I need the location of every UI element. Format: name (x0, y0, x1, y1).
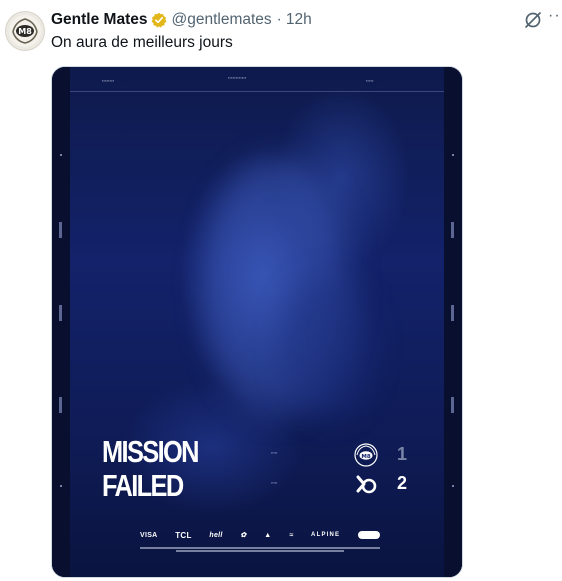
strip-dot (452, 485, 454, 487)
headline-line-2: FAILED (102, 468, 184, 503)
tweet-text: On aura de meilleurs jours (51, 34, 233, 51)
team-gentle-mates-logo-icon: M8 (353, 442, 379, 468)
strip-label (451, 397, 454, 413)
team-opponent-logo-icon (353, 471, 379, 497)
author-handle[interactable]: @gentlemates (171, 11, 271, 29)
verified-badge-icon[interactable] (151, 12, 167, 28)
tweet[interactable]: M8 Gentle Mates @gentlemates · 12h ·· On… (0, 0, 562, 581)
tweet-media-image[interactable]: ▪▪▪▪▪▪▪▪ ▪▪▪▪▪▪▪▪▪▪▪▪ ▪▪▪▪▪ MISSION FAIL… (51, 66, 463, 578)
sponsor-logo-icon: ✿ (240, 532, 247, 539)
strip-dot (60, 154, 62, 156)
gentle-mates-logo-icon: M8 (9, 15, 41, 47)
separator-dot: · (276, 11, 282, 28)
author-name[interactable]: Gentle Mates (51, 11, 147, 29)
legal-fine-print (140, 547, 380, 552)
strip-label (59, 222, 62, 238)
headline-line-1: MISSION (102, 434, 200, 469)
grok-icon[interactable] (523, 10, 543, 30)
avatar[interactable]: M8 (5, 11, 45, 51)
team1-score: 1 (397, 444, 408, 464)
svg-text:M8: M8 (18, 27, 32, 36)
team2-score: 2 (397, 473, 408, 493)
sponsor-volvic-logo-icon: ≈ (289, 531, 294, 539)
bo-caption-1: ▪▪▪▪▪ (271, 451, 278, 455)
strip-dot (60, 485, 62, 487)
poster-top-right-caption: ▪▪▪▪▪ (366, 79, 374, 83)
sponsor-tcl: TCL (175, 530, 192, 540)
svg-text:M8: M8 (361, 454, 370, 460)
bo-caption-2: ▪▪▪▪▪ (271, 481, 278, 485)
tweet-header: Gentle Mates @gentlemates · 12h (51, 10, 312, 30)
strip-label (451, 222, 454, 238)
mission-failed-headline: MISSION FAILED (102, 434, 200, 503)
poster-left-strip (52, 67, 70, 577)
sponsor-row: VISA TCL hell ✿ ▲ ≈ ALPINE (140, 527, 380, 543)
strip-label (451, 305, 454, 321)
timestamp[interactable]: 12h (286, 11, 312, 29)
more-icon[interactable]: ·· (548, 7, 561, 25)
top-rule (70, 91, 444, 92)
poster-top-center-caption: ▪▪▪▪▪▪▪▪▪▪▪▪ (228, 76, 247, 80)
blurred-shadow (282, 277, 372, 417)
sponsor-hellofresh: hell (209, 531, 223, 539)
strip-label (59, 305, 62, 321)
strip-dot (452, 154, 454, 156)
poster-top-left-caption: ▪▪▪▪▪▪▪▪ (102, 79, 115, 83)
sponsor-a-logo-icon: ▲ (264, 531, 272, 539)
strip-label (59, 397, 62, 413)
sponsor-badge-icon (357, 531, 380, 539)
poster-right-strip (444, 67, 462, 577)
sponsor-visa: VISA (140, 531, 158, 539)
sponsor-alpine: ALPINE (311, 532, 341, 538)
